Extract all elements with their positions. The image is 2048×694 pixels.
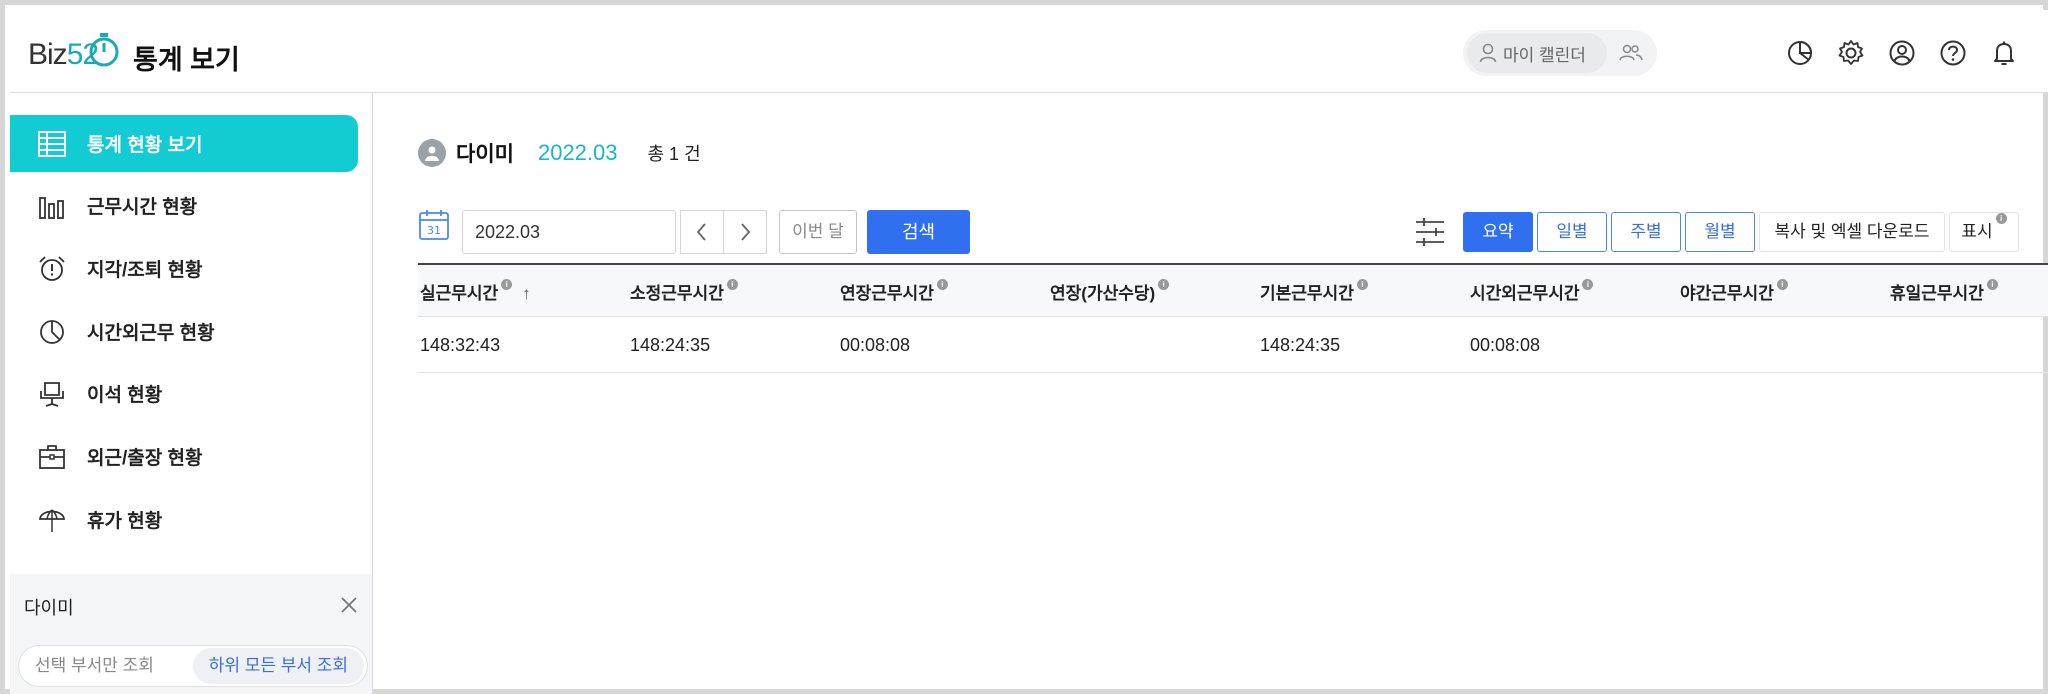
avatar <box>418 139 446 167</box>
svg-text:31: 31 <box>427 224 441 237</box>
table-icon <box>35 127 69 161</box>
copy-excel-button[interactable]: 복사 및 엑셀 다운로드 <box>1759 212 1945 252</box>
sidebar-item-label: 이석 현황 <box>87 385 163 406</box>
info-icon: i <box>936 279 948 290</box>
next-month-button[interactable] <box>723 210 767 254</box>
help-icon[interactable] <box>1938 38 1968 68</box>
column-header[interactable]: 실근무시간 i ↑ <box>420 279 531 304</box>
sidebar-item-away[interactable]: 이석 현황 <box>10 365 358 422</box>
sidebar-item-label: 지각/조퇴 현황 <box>87 260 203 281</box>
info-icon: i <box>1356 279 1368 290</box>
total-count: 총 1 건 <box>647 144 701 164</box>
alarm-clock-icon <box>35 252 69 286</box>
search-button[interactable]: 검색 <box>867 210 970 254</box>
bell-icon[interactable] <box>1989 38 2019 68</box>
info-icon: i <box>726 279 738 290</box>
person-name: 다이미 <box>456 143 514 166</box>
view-summary-button[interactable]: 요약 <box>1463 212 1533 252</box>
my-calendar-toggle[interactable]: 마이 캘린더 <box>1463 30 1657 76</box>
sidebar-item-label: 근무시간 현황 <box>87 197 198 218</box>
info-icon: i <box>1986 279 1998 290</box>
summary-header: 다이미 2022.03 총 1 건 <box>418 138 701 168</box>
prev-month-button[interactable] <box>680 210 724 254</box>
column-header[interactable]: 소정근무시간 i <box>630 279 738 304</box>
sort-up-icon[interactable]: ↑ <box>522 284 531 304</box>
user-circle-icon[interactable] <box>1887 38 1917 68</box>
info-icon: i <box>1158 279 1170 290</box>
logo-text: Biz <box>28 38 68 71</box>
biz52-logo[interactable]: Biz52 <box>28 30 120 76</box>
filter-settings-icon[interactable] <box>1414 216 1446 248</box>
sidebar-item-overtime[interactable]: 시간외근무 현황 <box>10 303 358 360</box>
column-header[interactable]: 기본근무시간 i <box>1260 279 1368 304</box>
main-content: 다이미 2022.03 총 1 건 31 2022.03 이번 달 검색 요약 … <box>373 93 2048 694</box>
top-header: Biz52 통계 보기 마이 캘린더 <box>10 10 2048 93</box>
info-icon: i <box>501 279 513 290</box>
close-icon[interactable] <box>338 594 360 616</box>
column-header[interactable]: 야간근무시간 i <box>1680 279 1788 304</box>
pie-icon <box>35 315 69 349</box>
department-panel: 다이미 선택 부서만 조회 하위 모든 부서 조회 <box>10 574 372 694</box>
chevron-left-icon <box>696 223 706 241</box>
sidebar-item-vacation[interactable]: 휴가 현황 <box>10 491 358 548</box>
info-icon: i <box>1995 213 2007 224</box>
briefcase-icon <box>35 440 69 474</box>
column-header[interactable]: 연장근무시간 i <box>840 279 948 304</box>
display-button[interactable]: 표시i <box>1949 212 2019 252</box>
table-cell: 00:08:08 <box>1470 335 1541 355</box>
person-icon <box>1479 43 1497 63</box>
calendar-icon[interactable]: 31 <box>418 208 450 242</box>
all-sub-dept-option[interactable]: 하위 모든 부서 조회 <box>192 648 364 684</box>
table-header: 실근무시간 i ↑ 소정근무시간 i 연장근무시간 i 연장(가산수당) i 기본근무시간… <box>418 263 2048 317</box>
bar-chart-icon <box>35 189 69 223</box>
toolbar: 31 2022.03 이번 달 검색 요약 일별 주별 월별 복사 및 엑셀 다… <box>418 208 2048 254</box>
people-icon <box>1619 44 1643 61</box>
page-title: 통계 보기 <box>133 45 240 75</box>
view-monthly-button[interactable]: 월별 <box>1685 212 1755 252</box>
app-window: Biz52 통계 보기 마이 캘린더 통계 현황 보기 근무시간 현황 지각/조… <box>0 0 2048 694</box>
sidebar-item-label: 시간외근무 현황 <box>87 323 215 344</box>
chair-icon <box>35 377 69 411</box>
sidebar-item-business-trip[interactable]: 외근/출장 현황 <box>10 428 358 485</box>
selected-dept-only-option[interactable]: 선택 부서만 조회 <box>19 648 170 684</box>
sidebar-item-label: 외근/출장 현황 <box>87 448 203 469</box>
sidebar-item-work-hours[interactable]: 근무시간 현황 <box>10 177 358 234</box>
table-cell: 00:08:08 <box>840 335 911 355</box>
chevron-right-icon <box>741 223 751 241</box>
view-daily-button[interactable]: 일별 <box>1537 212 1607 252</box>
selected-month: 2022.03 <box>537 140 618 165</box>
table-row: 148:32:43 148:24:35 00:08:08 148:24:35 0… <box>418 317 2048 373</box>
selected-department: 다이미 <box>24 598 74 618</box>
sidebar: 통계 현황 보기 근무시간 현황 지각/조퇴 현황 시간외근무 현황 이석 현황 <box>10 93 373 694</box>
column-header[interactable]: 시간외근무시간 i <box>1470 279 1594 304</box>
my-calendar-label: 마이 캘린더 <box>1503 45 1586 65</box>
info-icon: i <box>1582 279 1594 290</box>
pie-chart-icon[interactable] <box>1785 38 1815 68</box>
month-input[interactable]: 2022.03 <box>462 210 676 254</box>
umbrella-icon <box>35 503 69 537</box>
column-header[interactable]: 휴일근무시간 i <box>1890 279 1998 304</box>
view-weekly-button[interactable]: 주별 <box>1611 212 1681 252</box>
table-cell: 148:24:35 <box>630 335 711 355</box>
sidebar-item-late-early[interactable]: 지각/조퇴 현황 <box>10 240 358 297</box>
info-icon: i <box>1776 279 1788 290</box>
scope-toggle[interactable]: 선택 부서만 조회 하위 모든 부서 조회 <box>18 645 368 687</box>
sidebar-item-stats-overview[interactable]: 통계 현황 보기 <box>10 115 358 172</box>
column-header[interactable]: 연장(가산수당) i <box>1050 279 1170 304</box>
stopwatch-icon <box>89 33 119 67</box>
sidebar-item-label: 통계 현황 보기 <box>87 135 203 156</box>
team-calendar-button[interactable] <box>1619 44 1643 62</box>
sidebar-item-label: 휴가 현황 <box>87 511 163 532</box>
this-month-button[interactable]: 이번 달 <box>779 210 857 254</box>
my-calendar-button[interactable]: 마이 캘린더 <box>1467 33 1607 73</box>
table-cell: 148:32:43 <box>420 335 501 355</box>
gear-icon[interactable] <box>1836 38 1866 68</box>
display-label: 표시 <box>1961 222 1993 241</box>
table-cell: 148:24:35 <box>1260 335 1341 355</box>
stats-table: 실근무시간 i ↑ 소정근무시간 i 연장근무시간 i 연장(가산수당) i 기본근무시간… <box>418 263 2048 373</box>
